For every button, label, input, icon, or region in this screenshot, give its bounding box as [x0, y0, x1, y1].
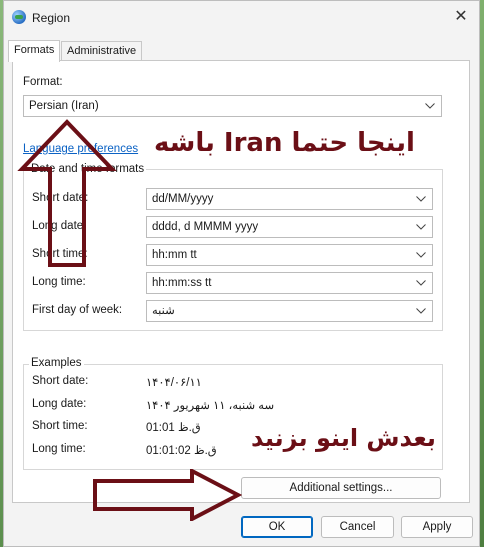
example-short-time-label: Short time:: [32, 420, 88, 432]
up-arrow-annotation: [17, 119, 117, 267]
first-day-label: First day of week:: [32, 304, 123, 316]
chevron-down-icon: [415, 189, 427, 209]
apply-button[interactable]: Apply: [401, 516, 473, 538]
short-date-value: dd/MM/yyyy: [152, 193, 214, 205]
long-time-label: Long time:: [32, 276, 86, 288]
long-date-select[interactable]: dddd, d MMMM yyyy: [146, 216, 433, 238]
example-long-time-label: Long time:: [32, 443, 86, 455]
tab-formats[interactable]: Formats: [8, 40, 61, 62]
chevron-down-icon: [415, 301, 427, 321]
chevron-down-icon: [415, 217, 427, 237]
example-short-date-label: Short date:: [32, 375, 89, 387]
example-short-time-value: ق.ظ 01:01: [146, 422, 201, 434]
desktop-background-right: [480, 0, 484, 547]
long-time-value: hh:mm:ss tt: [152, 277, 212, 289]
short-time-select[interactable]: hh:mm tt: [146, 244, 433, 266]
long-time-select[interactable]: hh:mm:ss tt: [146, 272, 433, 294]
first-day-value: شنبه: [152, 305, 175, 317]
format-value: Persian (Iran): [29, 100, 99, 112]
cancel-button[interactable]: Cancel: [321, 516, 394, 538]
short-time-value: hh:mm tt: [152, 249, 197, 261]
example-long-date-value: سه شنبه، ۱۱ شهریور ۱۴۰۴: [146, 400, 275, 412]
example-long-time-value: ق.ظ 01:01:02: [146, 445, 217, 457]
annotation-top-text: اینجا حتما Iran باشه: [154, 128, 415, 158]
short-date-select[interactable]: dd/MM/yyyy: [146, 188, 433, 210]
format-label: Format:: [23, 76, 63, 88]
chevron-down-icon: [415, 273, 427, 293]
globe-icon: [12, 10, 26, 24]
title-bar: Region ✕: [4, 1, 479, 35]
chevron-down-icon: [415, 245, 427, 265]
ok-button[interactable]: OK: [241, 516, 313, 538]
region-dialog: Region ✕ Formats Administrative Format: …: [3, 0, 480, 547]
close-button[interactable]: ✕: [443, 1, 479, 33]
chevron-down-icon: [424, 96, 436, 116]
first-day-select[interactable]: شنبه: [146, 300, 433, 322]
format-select[interactable]: Persian (Iran): [23, 95, 442, 117]
long-date-value: dddd, d MMMM yyyy: [152, 221, 259, 233]
annotation-bottom-text: بعدش اینو بزنید: [251, 424, 436, 452]
examples-title: Examples: [29, 357, 84, 369]
example-short-date-value: ۱۴۰۴/۰۶/۱۱: [146, 377, 202, 389]
example-long-date-label: Long date:: [32, 398, 87, 410]
right-arrow-annotation: [93, 469, 242, 521]
window-title: Region: [32, 11, 71, 25]
additional-settings-button[interactable]: Additional settings...: [241, 477, 441, 499]
tab-administrative[interactable]: Administrative: [61, 41, 143, 61]
